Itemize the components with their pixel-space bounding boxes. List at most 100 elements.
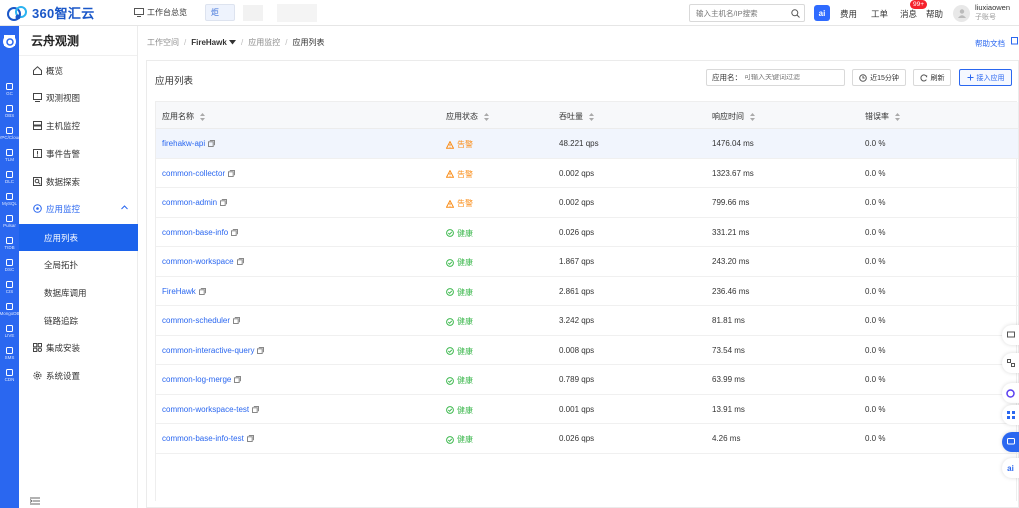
sidebar-item-alerts[interactable]: 事件告警	[19, 140, 138, 167]
copy-icon[interactable]	[246, 435, 254, 442]
rail-item-dlc[interactable]: DLC	[0, 166, 19, 188]
app-name-link[interactable]: common-workspace-test	[162, 405, 260, 414]
app-name-link[interactable]: common-log-merge	[162, 375, 242, 384]
app-name: common-base-info-test	[162, 434, 244, 443]
add-app-button[interactable]: 接入应用	[959, 69, 1012, 86]
breadcrumb-workspace[interactable]: 工作空间	[147, 37, 179, 48]
status-badge: 健康	[446, 375, 473, 386]
feedback-icon[interactable]	[1002, 325, 1019, 345]
nav-help[interactable]: 帮助	[926, 8, 943, 20]
rail-item-vpc-cloud[interactable]: VPC/Cloud	[0, 122, 21, 144]
table-row[interactable]: common-admin 告警 0.002 qps 799.66 ms 0.0 %	[156, 188, 1018, 218]
sidebar-item-db-calls[interactable]: 数据库调用	[19, 279, 138, 306]
table-row[interactable]: FireHawk 健康 2.861 qps 236.46 ms 0.0 %	[156, 277, 1018, 306]
copy-icon[interactable]	[234, 376, 242, 383]
copy-icon[interactable]	[233, 317, 241, 324]
workbench-link[interactable]: 工作台总览	[130, 4, 191, 22]
sidebar-item-tracing[interactable]: 链路追踪	[19, 307, 138, 334]
rail-item-gc[interactable]: GC	[0, 78, 19, 100]
copy-icon[interactable]	[231, 228, 239, 236]
external-link-icon[interactable]	[1011, 36, 1019, 45]
rail-item-tidb[interactable]: TIDB	[0, 232, 19, 254]
apps-icon[interactable]	[1002, 405, 1019, 425]
check-circle-icon	[446, 347, 454, 355]
sidebar-item-explore[interactable]: 数据探索	[19, 168, 138, 195]
app-name-link[interactable]: FireHawk	[162, 287, 206, 296]
ai-chat-icon[interactable]: ai	[1002, 458, 1019, 478]
sidebar-item-integrations[interactable]: 集成安装	[19, 334, 138, 361]
rail-item-pulsar[interactable]: Pulsar	[0, 210, 19, 232]
error-rate-value: 0.0 %	[865, 286, 886, 296]
copy-icon[interactable]	[198, 287, 206, 295]
sidebar-item-app-list[interactable]: 应用列表	[19, 224, 138, 251]
column-header-name[interactable]: 应用名称	[162, 111, 205, 122]
sidebar-item-app-monitor[interactable]: 应用监控	[19, 195, 138, 222]
time-range-button[interactable]: 近15分钟	[852, 69, 906, 86]
app-name-link[interactable]: common-interactive-query	[162, 346, 265, 355]
chevron-up-icon[interactable]	[121, 205, 128, 210]
nav-billing[interactable]: 费用	[840, 8, 857, 20]
rail-item-mongodb[interactable]: MongoDB	[0, 298, 20, 320]
nav-messages[interactable]: 消息	[900, 8, 917, 20]
copy-icon[interactable]	[257, 346, 265, 354]
user-menu[interactable]: liuxiaowen 子账号	[953, 3, 1010, 23]
rail-item-tlm[interactable]: TLM	[0, 144, 19, 166]
rail-item-sms[interactable]: SMS	[0, 342, 19, 364]
chat-icon[interactable]	[1002, 432, 1019, 452]
sidebar-item-settings[interactable]: 系统设置	[19, 362, 138, 389]
sidebar-item-overview[interactable]: 概览	[19, 57, 138, 84]
host-search-input[interactable]	[690, 5, 786, 21]
column-header-status[interactable]: 应用状态	[446, 111, 489, 122]
table-row[interactable]: common-base-info-test 健康 0.026 qps 4.26 ms 0…	[156, 424, 1018, 454]
sidebar-item-hosts[interactable]: 主机监控	[19, 112, 138, 139]
status-label: 健康	[457, 228, 473, 238]
app-name-filter-input[interactable]	[744, 74, 834, 81]
column-header-latency[interactable]: 响应时间	[712, 111, 755, 122]
ai-assistant-button[interactable]: ai	[814, 5, 830, 21]
copy-icon[interactable]	[220, 199, 228, 206]
table-row[interactable]: common-log-merge 健康 0.789 qps 63.99 ms 0.0 %	[156, 365, 1018, 395]
open-tab[interactable]: 炬	[205, 4, 235, 21]
column-header-throughput[interactable]: 吞吐量	[559, 111, 594, 122]
table-row[interactable]: common-base-info 健康 0.026 qps 331.21 ms 0.0 …	[156, 218, 1018, 247]
blurred-tab[interactable]	[277, 3, 317, 22]
project-switcher[interactable]: FireHawk	[191, 38, 237, 47]
collapse-menu-icon[interactable]	[30, 497, 40, 505]
rail-item-live[interactable]: LIVE	[0, 320, 19, 342]
app-name-link[interactable]: common-collector	[162, 169, 236, 178]
app-name-link[interactable]: common-base-info	[162, 228, 239, 237]
assistant-icon[interactable]	[1002, 383, 1019, 403]
table-row[interactable]: common-collector 告警 0.002 qps 1323.67 ms 0.0…	[156, 159, 1018, 188]
table-row[interactable]: common-workspace 健康 1.867 qps 243.20 ms 0.0 …	[156, 247, 1018, 277]
rail-item-cis[interactable]: CIS	[0, 276, 19, 298]
table-row[interactable]: common-interactive-query 健康 0.008 qps 73.54…	[156, 336, 1018, 365]
brand-logo[interactable]: 360智汇云	[6, 3, 118, 22]
breadcrumb-section[interactable]: 应用监控	[248, 37, 280, 48]
app-name-link[interactable]: common-base-info-test	[162, 434, 254, 443]
copy-icon[interactable]	[252, 405, 260, 413]
column-header-error-rate[interactable]: 错误率	[865, 111, 900, 122]
nav-tickets[interactable]: 工单	[871, 8, 888, 20]
app-name-link[interactable]: firehakw-api	[162, 139, 216, 148]
help-docs-link[interactable]: 帮助文档	[975, 38, 1005, 49]
rail-item-cdn[interactable]: CDN	[0, 364, 19, 386]
copy-icon[interactable]	[236, 258, 244, 265]
copy-icon[interactable]	[228, 169, 236, 177]
rail-item-dsc[interactable]: DSC	[0, 254, 19, 276]
copy-icon[interactable]	[208, 140, 216, 147]
search-icon[interactable]	[786, 8, 804, 18]
table-row[interactable]: firehakw-api 告警 48.221 qps 1476.04 ms 0.0 %	[156, 129, 1018, 159]
sidebar-item-topology[interactable]: 全局拓扑	[19, 251, 138, 278]
rail-item-mysql[interactable]: MySQL	[0, 188, 19, 210]
observability-product-icon[interactable]	[3, 35, 16, 48]
sidebar-item-views[interactable]: 观测视图	[19, 84, 138, 111]
app-name-link[interactable]: common-workspace	[162, 257, 244, 266]
rail-item-obs[interactable]: OBS	[0, 100, 19, 122]
blurred-tab[interactable]	[243, 4, 263, 21]
app-name-link[interactable]: common-admin	[162, 198, 228, 207]
qr-code-icon[interactable]	[1002, 353, 1019, 373]
table-row[interactable]: common-workspace-test 健康 0.001 qps 13.91 ms…	[156, 395, 1018, 424]
app-name-link[interactable]: common-scheduler	[162, 316, 241, 325]
table-row[interactable]: common-scheduler 健康 3.242 qps 81.81 ms 0.0 %	[156, 306, 1018, 336]
refresh-button[interactable]: 刷新	[913, 69, 951, 86]
